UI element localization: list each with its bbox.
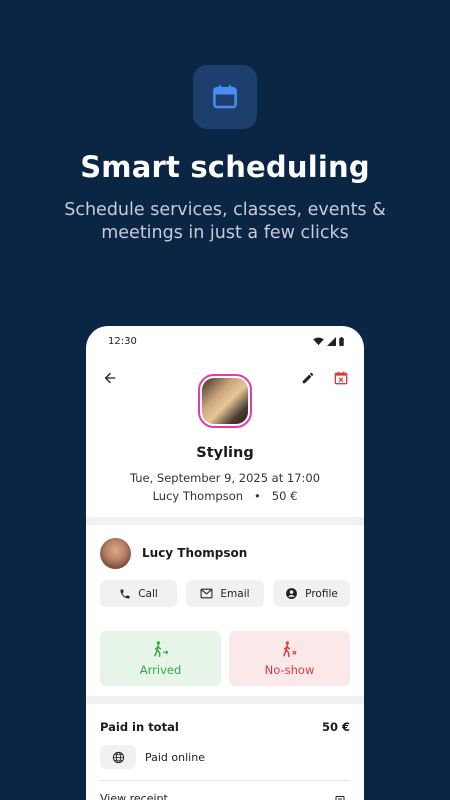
row-divider <box>100 780 350 781</box>
cancel-appointment-icon[interactable] <box>330 367 352 389</box>
wifi-icon <box>313 337 324 346</box>
appointment-datetime: Tue, September 9, 2025 at 17:00 <box>129 471 321 485</box>
payment-method: Paid online <box>145 751 205 764</box>
noshow-button[interactable]: No-show <box>229 631 350 686</box>
receipt-icon[interactable] <box>334 792 346 800</box>
appointment-price: 50 € <box>271 489 298 503</box>
walk-in-icon <box>153 640 169 657</box>
hero-title: Smart scheduling <box>80 150 370 184</box>
status-time: 12:30 <box>108 336 137 347</box>
profile-button[interactable]: Profile <box>273 580 350 607</box>
hero-calendar-badge <box>193 65 257 129</box>
account-icon <box>286 588 298 599</box>
calendar-icon <box>213 85 237 109</box>
appointment-meta: Lucy Thompson • 50 € <box>86 489 364 503</box>
client-name: Lucy Thompson <box>142 546 248 560</box>
back-arrow-icon[interactable] <box>100 368 120 388</box>
appointment-client: Lucy Thompson <box>152 489 244 503</box>
service-title: Styling <box>196 445 254 461</box>
call-label: Call <box>138 587 158 600</box>
noshow-label: No-show <box>264 662 315 677</box>
payment-method-badge <box>100 745 136 769</box>
status-bar: 12:30 <box>86 326 364 358</box>
email-label: Email <box>220 587 250 600</box>
signal-icon <box>327 337 336 346</box>
mail-icon <box>200 588 213 599</box>
profile-label: Profile <box>305 587 338 600</box>
edit-pencil-icon[interactable] <box>298 368 318 388</box>
hero-subtitle: Schedule services, classes, events & mee… <box>64 200 386 243</box>
phone-mockup: 12:30 Styling Tue, September 9, 2025 at … <box>86 326 364 800</box>
phone-icon <box>120 589 130 598</box>
battery-icon <box>339 337 344 346</box>
service-image <box>198 374 252 428</box>
client-avatar <box>100 538 131 569</box>
meta-separator: • <box>254 489 261 503</box>
paid-total-label: Paid in total <box>100 720 179 734</box>
no-show-icon <box>282 640 296 657</box>
paid-total-amount: 50 € <box>321 720 350 734</box>
globe-icon <box>112 751 124 763</box>
call-button[interactable]: Call <box>100 580 177 607</box>
arrived-button[interactable]: Arrived <box>100 631 221 686</box>
section-divider <box>86 696 364 704</box>
email-button[interactable]: Email <box>186 580 264 607</box>
arrived-label: Arrived <box>139 662 182 677</box>
section-divider <box>86 517 364 525</box>
view-receipt-link[interactable]: View receipt <box>100 792 168 800</box>
